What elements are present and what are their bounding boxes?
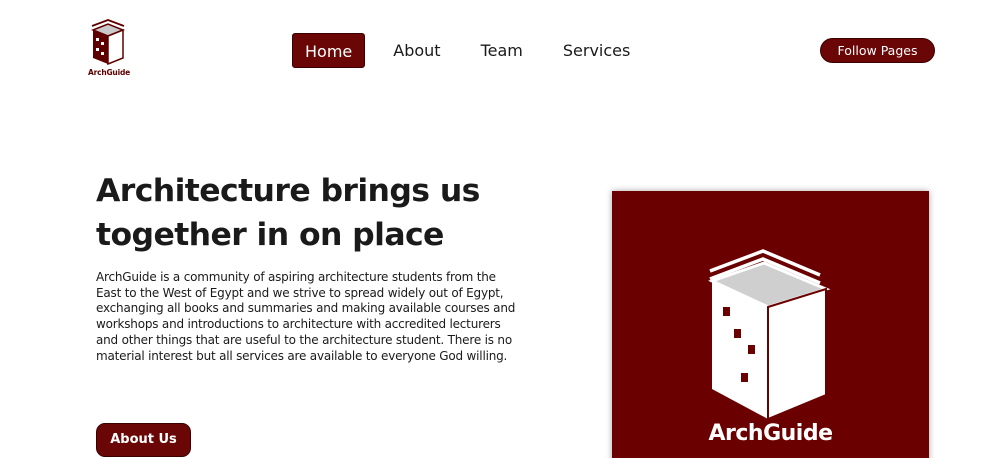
nav-about[interactable]: About [381, 33, 452, 68]
nav-team[interactable]: Team [469, 33, 535, 68]
follow-pages-button[interactable]: Follow Pages [820, 38, 935, 63]
site-header: ArchGuide Home About Team Services Follo… [0, 0, 1000, 95]
nav-services[interactable]: Services [551, 33, 642, 68]
hero-description: ArchGuide is a community of aspiring arc… [96, 270, 516, 363]
building-logo-icon [708, 249, 831, 419]
hero-title-line-2: together in on place [96, 217, 444, 253]
about-us-button[interactable]: About Us [96, 423, 191, 457]
hero-title: Architecture brings us together in on pl… [96, 169, 516, 257]
brand-card-name: ArchGuide [708, 421, 833, 446]
brand-card: ArchGuide [612, 191, 929, 458]
nav-home[interactable]: Home [292, 33, 366, 68]
archguide-logo[interactable]: ArchGuide [86, 18, 132, 80]
logo-text: ArchGuide [87, 68, 130, 77]
hero-title-line-1: Architecture brings us [96, 173, 480, 209]
main-nav: Home About Team Services [292, 33, 658, 68]
building-icon [90, 19, 126, 66]
